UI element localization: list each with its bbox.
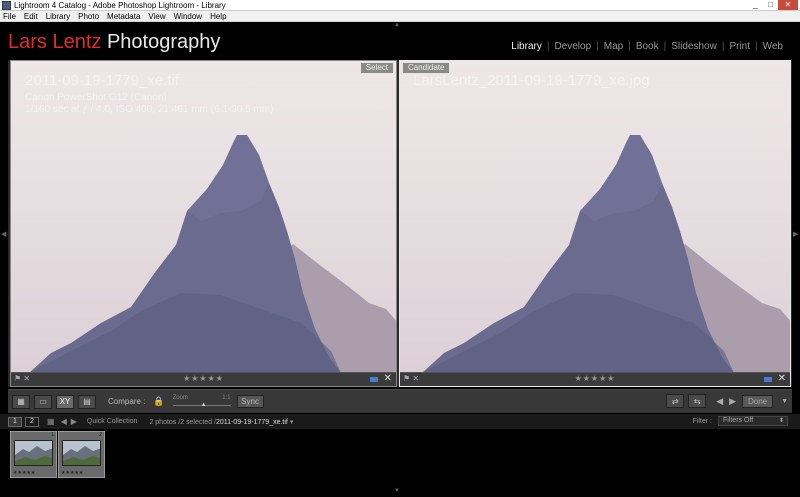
sync-button[interactable]: Sync	[236, 395, 264, 408]
candidate-photo[interactable]	[400, 61, 790, 373]
select-pane[interactable]: Select 2011-09-19-1779_xe.tif Canon Powe…	[10, 60, 397, 387]
selection-info[interactable]: 2 photos /2 selected /2011-09-19-1779_xe…	[149, 418, 293, 426]
module-print[interactable]: Print	[724, 41, 755, 52]
select-camera: Canon PowerShot G12 (Canon)	[25, 92, 167, 103]
thumbnail-stars[interactable]: ★★★★★	[13, 470, 35, 476]
filmstrip-thumbnail[interactable]: 1 ★★★★★	[10, 431, 57, 478]
swap-icon[interactable]: ⇄	[666, 394, 685, 408]
survey-view-icon[interactable]: ▤	[78, 394, 96, 409]
module-map[interactable]: Map	[599, 41, 628, 52]
top-panel-toggle-icon[interactable]: ▲	[394, 22, 400, 28]
menu-edit[interactable]: Edit	[24, 12, 38, 21]
thumbnail-index: 2	[99, 432, 102, 438]
filter-group: Filter : Filters Off ⬍	[693, 416, 788, 426]
thumbnail-image	[14, 440, 53, 466]
left-panel-toggle-icon[interactable]: ◀	[1, 230, 7, 238]
menu-file[interactable]: File	[3, 12, 16, 21]
window-titlebar: Lightroom 4 Catalog - Adobe Photoshop Li…	[0, 0, 800, 11]
identity-plate: Lars Lentz Photography	[8, 31, 220, 54]
toolbar-right-group: ⇄ ⇆ ◀ ▶ Done ▼	[662, 394, 788, 408]
candidate-pane[interactable]: Candidate LarsLentz_2011-09-19-1779_xe.j…	[399, 60, 791, 387]
select-star-rating[interactable]: ★★★★★	[11, 374, 396, 383]
filmstrip-thumbnail[interactable]: 2 ★★★★★	[58, 431, 105, 478]
monitor-1-button[interactable]: 1	[8, 416, 22, 427]
menu-bar: File Edit Library Photo Metadata View Wi…	[0, 11, 800, 22]
filter-dropdown[interactable]: Filters Off ⬍	[718, 416, 788, 426]
thumbnail-landscape	[15, 441, 52, 465]
filter-value: Filters Off	[723, 417, 754, 424]
zoom-knob-icon[interactable]: ▲	[201, 402, 207, 408]
next-arrow-icon[interactable]: ▶	[729, 396, 736, 407]
menu-metadata[interactable]: Metadata	[107, 12, 140, 21]
candidate-close-icon[interactable]: ✕	[778, 373, 786, 384]
select-filename: 2011-09-19-1779_xe.tif	[25, 72, 179, 89]
menu-help[interactable]: Help	[210, 12, 226, 21]
compare-toolbar: ▦ ▭ XY ▤ Compare : 🔒 Zoom 1:1 ▲ Sync ⇄ ⇆…	[8, 389, 792, 413]
module-book[interactable]: Book	[631, 41, 664, 52]
monitor-2-button[interactable]: 2	[25, 416, 39, 427]
forward-arrow-icon[interactable]: ▶	[71, 417, 77, 426]
previous-arrow-icon[interactable]: ◀	[716, 396, 723, 407]
module-picker: Library | Develop | Map | Book | Slidesh…	[506, 41, 788, 52]
menu-library[interactable]: Library	[46, 12, 70, 21]
selection-count: 2 photos /2 selected /	[149, 418, 216, 426]
candidate-info-bar: ⚑ ✕ ★★★★★ ✕	[400, 372, 790, 386]
select-tag: Select	[360, 63, 393, 73]
loupe-view-icon[interactable]: ▭	[34, 394, 52, 409]
filmstrip-header: 1 2 ▦ ◀ ▶ Quick Collection 2 photos /2 s…	[0, 414, 800, 429]
zoom-lock-icon[interactable]: 🔒	[153, 396, 164, 407]
thumbnail-image	[62, 440, 101, 466]
menu-photo[interactable]: Photo	[78, 12, 99, 21]
grid-icon[interactable]: ▦	[47, 417, 55, 426]
grid-view-icon[interactable]: ▦	[12, 394, 30, 409]
compare-label: Compare :	[108, 397, 146, 406]
candidate-filename: LarsLentz_2011-09-19-1779_xe.jpg	[413, 72, 650, 89]
filter-chevron-icon: ⬍	[778, 418, 784, 424]
zoom-max-label: 1:1	[222, 394, 231, 401]
module-slideshow[interactable]: Slideshow	[666, 41, 722, 52]
minimize-button[interactable]: _	[748, 0, 763, 10]
module-library[interactable]: Library	[506, 41, 547, 52]
compare-view: Select 2011-09-19-1779_xe.tif Canon Powe…	[8, 60, 792, 387]
back-arrow-icon[interactable]: ◀	[61, 417, 67, 426]
filter-label: Filter :	[692, 417, 712, 425]
make-select-icon[interactable]: ⇆	[688, 394, 707, 408]
menu-window[interactable]: Window	[174, 12, 202, 21]
select-info-bar: ⚑ ✕ ★★★★★ ✕	[11, 372, 396, 386]
maximize-button[interactable]: □	[763, 0, 778, 10]
filmstrip-toggle-icon[interactable]: ▼	[394, 488, 400, 494]
right-panel-toggle-icon[interactable]: ▶	[793, 230, 799, 238]
source-label[interactable]: Quick Collection	[87, 418, 138, 425]
select-color-label[interactable]	[370, 377, 378, 382]
window-title: Lightroom 4 Catalog - Adobe Photoshop Li…	[14, 0, 226, 10]
compare-view-icon[interactable]: XY	[56, 394, 74, 409]
module-develop[interactable]: Develop	[549, 41, 596, 52]
identity-suffix: Photography	[106, 31, 221, 53]
done-button[interactable]: Done	[742, 394, 774, 408]
close-window-button[interactable]: ✕	[778, 0, 798, 10]
candidate-star-rating[interactable]: ★★★★★	[400, 374, 790, 383]
candidate-color-label[interactable]	[764, 377, 772, 382]
filmstrip: 1 ★★★★★ 2 ★★★★★	[0, 429, 800, 487]
thumbnail-stars[interactable]: ★★★★★	[61, 470, 83, 476]
identity-name: Lars Lentz	[8, 31, 102, 53]
toolbar-options-chevron-icon[interactable]: ▼	[781, 398, 788, 405]
zoom-slider[interactable]: Zoom 1:1 ▲	[172, 394, 231, 409]
select-exposure: 1/160 sec at ƒ / 4.0, ISO 400, 21.461 mm…	[25, 104, 274, 115]
thumbnail-landscape	[63, 441, 100, 465]
top-panel: ▲ Lars Lentz Photography Library | Devel…	[0, 22, 800, 60]
current-filename: 2011-09-19-1779_xe.tif	[216, 418, 288, 426]
select-close-icon[interactable]: ✕	[384, 373, 392, 384]
module-web[interactable]: Web	[758, 41, 788, 52]
thumbnail-index: 1	[51, 432, 54, 438]
menu-view[interactable]: View	[148, 12, 165, 21]
zoom-label: Zoom	[172, 394, 188, 401]
window-controls: _ □ ✕	[748, 0, 798, 10]
mountain-image	[422, 135, 790, 373]
lightroom-app-icon	[2, 0, 11, 10]
